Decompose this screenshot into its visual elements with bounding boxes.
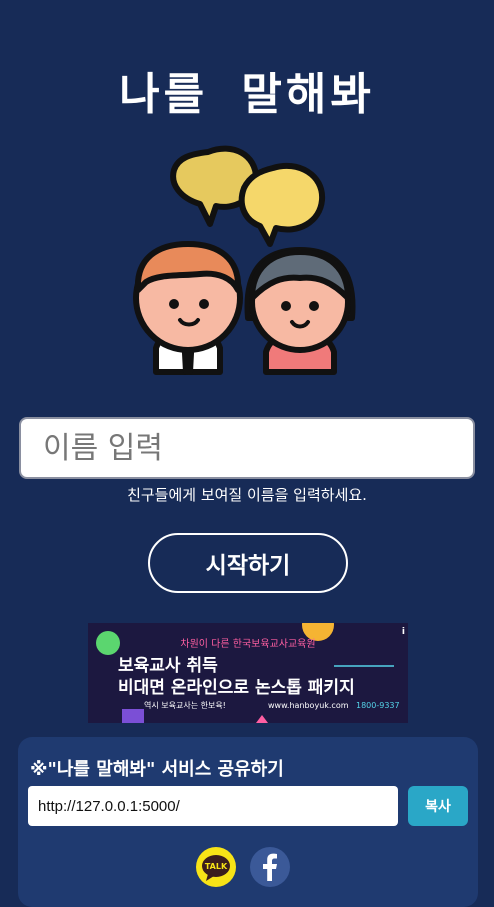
ad-url: www.hanboyuk.com xyxy=(268,701,349,710)
facebook-icon[interactable] xyxy=(250,847,290,887)
name-input[interactable] xyxy=(19,417,475,479)
kakaotalk-icon[interactable]: TALK xyxy=(196,847,236,887)
share-url-field[interactable] xyxy=(28,786,398,826)
ad-subheadline: 비대면 온라인으로 논스톱 패키지 xyxy=(118,678,355,698)
page-title: 나를 말해봐 xyxy=(119,69,375,120)
advertisement-banner[interactable]: i 차원이 다른 한국보육교사교육원 보육교사 취득 비대면 온라인으로 논스톱… xyxy=(88,623,408,723)
name-input-hint: 친구들에게 보여질 이름을 입력하세요. xyxy=(127,486,367,504)
share-section: ※"나를 말해봐" 서비스 공유하기 복사 TALK xyxy=(18,737,478,907)
copy-button[interactable]: 복사 xyxy=(408,786,468,826)
two-friends-speech-illustration xyxy=(133,145,356,375)
ad-tagline: 차원이 다른 한국보육교사교육원 xyxy=(180,639,316,650)
ad-phone: 1800-9337 xyxy=(356,701,400,710)
start-button[interactable]: 시작하기 xyxy=(148,533,348,593)
share-title: ※"나를 말해봐" 서비스 공유하기 xyxy=(30,759,284,780)
kakao-label: TALK xyxy=(205,862,228,871)
ad-slogan: 역시 보육교사는 한보육! xyxy=(144,701,226,710)
